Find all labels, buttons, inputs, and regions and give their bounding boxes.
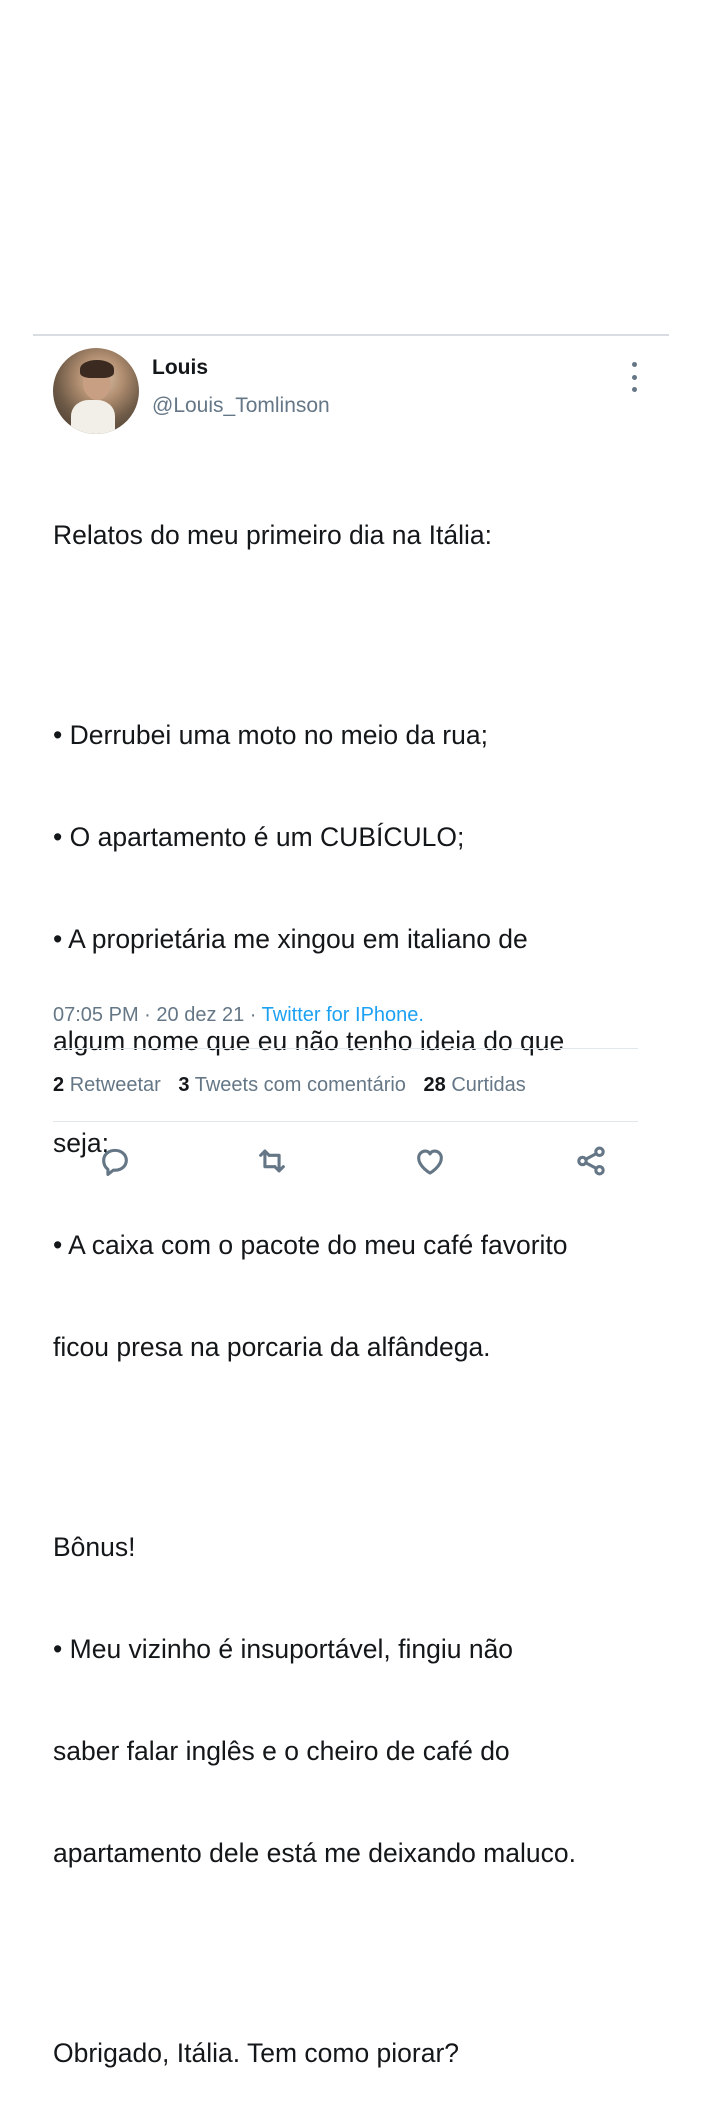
tweet-line: algum nome que eu não tenho ideia do que (53, 1026, 565, 1056)
tweet-line: Relatos do meu primeiro dia na Itália: (53, 520, 492, 550)
top-divider (33, 334, 669, 336)
tweet-line: Obrigado, Itália. Tem como piorar? (53, 2038, 460, 2068)
more-vertical-icon[interactable] (622, 362, 646, 392)
quotes-stat[interactable]: 3 Tweets com comentário (178, 1074, 406, 1096)
more-dot (631, 374, 637, 380)
reply-icon[interactable] (98, 1144, 132, 1178)
likes-label: Curtidas (451, 1074, 526, 1096)
likes-stat[interactable]: 28 Curtidas (424, 1074, 526, 1096)
tweet-line: saber falar inglês e o cheiro de café do (53, 1736, 510, 1766)
more-dot (631, 387, 637, 392)
divider (53, 1048, 638, 1049)
avatar[interactable] (53, 348, 139, 434)
likes-count: 28 (423, 1074, 446, 1096)
tweet-date: 20 dez 21 (156, 1004, 245, 1026)
share-icon[interactable] (574, 1144, 608, 1178)
more-dot (631, 362, 637, 367)
tweet-line: Bônus! (53, 1532, 136, 1562)
quotes-count: 3 (178, 1074, 190, 1096)
tweet-text: Relatos do meu primeiro dia na Itália: •… (53, 450, 653, 2104)
user-handle[interactable]: @Louis_Tomlinson (152, 394, 330, 418)
tweet-line: apartamento dele está me deixando maluco… (53, 1838, 576, 1868)
tweet-line: • Meu vizinho é insuportável, fingiu não (53, 1634, 514, 1664)
tweet-time: 07:05 PM (53, 1004, 139, 1026)
tweet-meta: 07:05 PM · 20 dez 21 · Twitter for IPhon… (53, 1004, 424, 1027)
tweet-line: ficou presa na porcaria da alfândega. (53, 1332, 491, 1362)
retweet-icon[interactable] (255, 1144, 289, 1178)
retweets-label: Retweetar (69, 1074, 161, 1096)
tweet-line: • Derrubei uma moto no meio da rua; (53, 720, 488, 750)
tweet-line: seja; (53, 1128, 109, 1158)
tweet-line: • A proprietária me xingou em italiano d… (53, 924, 528, 954)
meta-separator: · (138, 1004, 157, 1026)
retweets-count: 2 (53, 1074, 65, 1096)
tweet-line: • O apartamento é um CUBÍCULO; (53, 822, 465, 852)
tweet-line: • A caixa com o pacote do meu café favor… (53, 1230, 568, 1260)
heart-icon[interactable] (413, 1144, 447, 1178)
tweet-stats: 2 Retweetar 3 Tweets com comentário 28 C… (53, 1074, 538, 1097)
avatar-shirt (71, 400, 115, 434)
quotes-label: Tweets com comentário (194, 1074, 406, 1096)
retweets-stat[interactable]: 2 Retweetar (53, 1074, 161, 1096)
avatar-hair (80, 360, 114, 378)
display-name[interactable]: Louis (152, 356, 208, 380)
meta-separator: · (244, 1004, 262, 1026)
tweet-source-link[interactable]: Twitter for IPhone. (262, 1004, 424, 1026)
divider (53, 1121, 638, 1122)
